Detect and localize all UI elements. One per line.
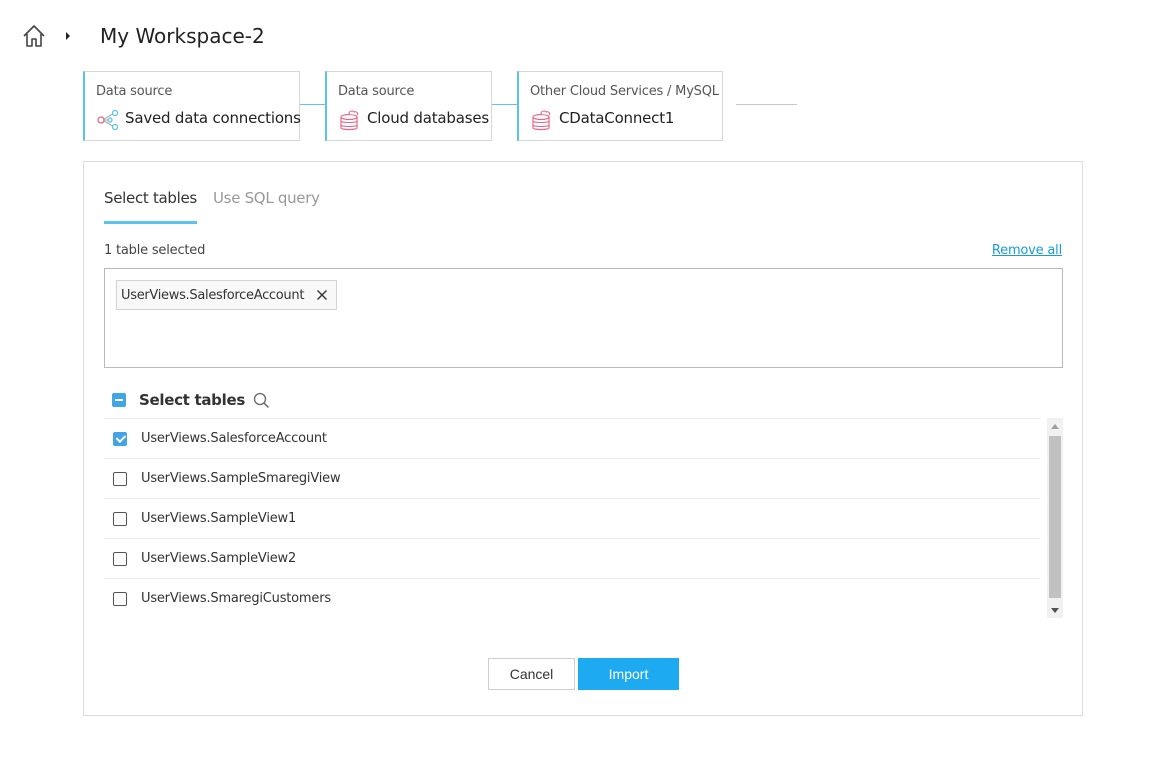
step-cdataconnect1[interactable]: Other Cloud Services / MySQL CDataConnec… bbox=[517, 71, 723, 141]
cloud-database-icon bbox=[340, 110, 359, 131]
step-connector-pending bbox=[736, 104, 797, 105]
list-scrollbar[interactable] bbox=[1047, 418, 1063, 618]
table-list-title: Select tables bbox=[139, 391, 245, 409]
home-icon[interactable] bbox=[21, 23, 47, 49]
scroll-down-arrow-icon[interactable] bbox=[1047, 602, 1063, 618]
row-label: UserViews.SampleView2 bbox=[141, 551, 297, 566]
row-checkbox[interactable] bbox=[113, 551, 127, 566]
page-title: My Workspace-2 bbox=[100, 24, 265, 48]
step-saved-data-connections[interactable]: Data source Saved data connections bbox=[83, 71, 301, 141]
row-label: UserViews.SalesforceAccount bbox=[141, 431, 327, 446]
table-selection-panel: Select tables Use SQL query 1 table sele… bbox=[83, 161, 1083, 716]
row-checkbox[interactable] bbox=[113, 431, 127, 446]
step-caption: Other Cloud Services / MySQL bbox=[530, 84, 719, 99]
step-connector bbox=[300, 104, 325, 105]
remove-all-link[interactable]: Remove all bbox=[992, 243, 1062, 258]
table-row[interactable]: UserViews.SampleSmaregiView bbox=[104, 458, 1041, 498]
table-list-header: Select tables bbox=[112, 390, 270, 410]
row-checkbox[interactable] bbox=[113, 471, 127, 486]
selected-tables-box: UserViews.SalesforceAccount bbox=[104, 268, 1063, 368]
scrollbar-thumb[interactable] bbox=[1049, 436, 1061, 598]
selected-count: 1 table selected bbox=[104, 243, 206, 258]
search-icon[interactable] bbox=[253, 392, 270, 409]
row-checkbox[interactable] bbox=[113, 591, 127, 606]
table-row[interactable]: UserViews.SalesforceAccount bbox=[104, 418, 1041, 458]
cancel-button[interactable]: Cancel bbox=[488, 658, 575, 690]
step-name: Cloud databases bbox=[367, 109, 489, 127]
step-cloud-databases[interactable]: Data source Cloud databases bbox=[325, 71, 492, 141]
tab-select-tables[interactable]: Select tables bbox=[104, 189, 197, 224]
row-label: UserViews.SampleSmaregiView bbox=[141, 471, 341, 486]
selected-table-chip: UserViews.SalesforceAccount bbox=[116, 280, 338, 310]
select-all-checkbox[interactable] bbox=[112, 393, 126, 407]
cloud-database-icon bbox=[532, 110, 551, 131]
table-list: UserViews.SalesforceAccount UserViews.Sa… bbox=[104, 418, 1063, 618]
tab-use-sql-query[interactable]: Use SQL query bbox=[213, 189, 320, 207]
scroll-up-arrow-icon[interactable] bbox=[1047, 418, 1063, 434]
row-label: UserViews.SmaregiCustomers bbox=[141, 591, 331, 606]
row-label: UserViews.SampleView1 bbox=[141, 511, 297, 526]
table-row[interactable]: UserViews.SampleView1 bbox=[104, 498, 1041, 538]
close-icon[interactable] bbox=[316, 289, 328, 301]
table-row[interactable]: UserViews.SampleView2 bbox=[104, 538, 1041, 578]
table-row[interactable]: UserViews.SmaregiCustomers bbox=[104, 578, 1041, 618]
import-button[interactable]: Import bbox=[578, 658, 679, 690]
caret-right-icon bbox=[66, 32, 70, 40]
step-caption: Data source bbox=[96, 84, 173, 99]
step-name: Saved data connections bbox=[125, 109, 301, 127]
step-name: CDataConnect1 bbox=[559, 109, 675, 127]
row-checkbox[interactable] bbox=[113, 511, 127, 526]
step-caption: Data source bbox=[338, 84, 415, 99]
step-connector bbox=[492, 104, 517, 105]
chip-label: UserViews.SalesforceAccount bbox=[121, 287, 305, 303]
share-nodes-icon bbox=[97, 109, 119, 131]
